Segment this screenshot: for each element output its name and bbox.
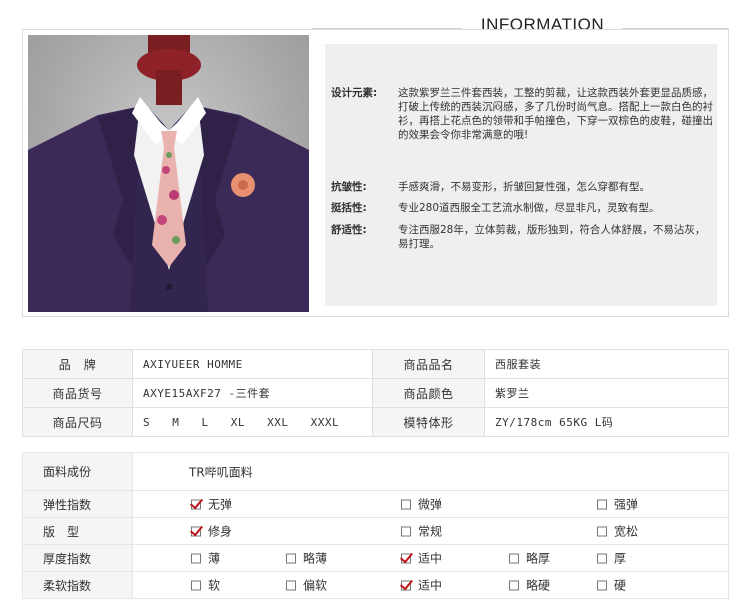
option-soft[interactable]: 软 bbox=[191, 577, 220, 594]
size-option: XL bbox=[230, 415, 245, 429]
description-box: 设计元素: 这款紫罗兰三件套西装，工整的剪裁，让这款西装外套更显品质感，打破上传… bbox=[325, 44, 717, 306]
sku-value: AXYE15AXF27 -三件套 bbox=[132, 378, 373, 408]
fit-label: 版 型 bbox=[22, 517, 133, 545]
checkbox[interactable] bbox=[191, 553, 201, 563]
color-value: 紫罗兰 bbox=[484, 378, 729, 408]
info-panel: 设计元素: 这款紫罗兰三件套西装，工整的剪裁，让这款西装外套更显品质感，打破上传… bbox=[22, 29, 729, 317]
option-slightly-thick[interactable]: 略厚 bbox=[509, 550, 550, 567]
size-option: XXXL bbox=[310, 415, 340, 429]
desc-crisp-text: 专业280道西服全工艺流水制做，尽显非凡，灵致有型。 bbox=[398, 202, 660, 214]
option-regular[interactable]: 常规 bbox=[401, 523, 442, 540]
desc-wrinkle-text: 手感爽滑，不易变形，折皱回复性强，怎么穿都有型。 bbox=[398, 181, 650, 193]
color-label: 商品颜色 bbox=[372, 378, 485, 408]
option-slightly-soft[interactable]: 偏软 bbox=[286, 577, 327, 594]
checkbox[interactable] bbox=[597, 580, 607, 590]
spec-row: 商品货号 AXYE15AXF27 -三件套 商品颜色 紫罗兰 bbox=[22, 378, 729, 408]
desc-comfort-label: 舒适性: bbox=[331, 224, 367, 236]
fit-options: 修身 常规 宽松 bbox=[132, 517, 729, 545]
sku-label: 商品货号 bbox=[22, 378, 133, 408]
spec-row: 商品尺码 S M L XL XXL XXXL 模特体形 ZY/178cm 65K… bbox=[22, 407, 729, 437]
checkbox[interactable] bbox=[191, 526, 201, 536]
checkbox[interactable] bbox=[401, 526, 411, 536]
checkbox[interactable] bbox=[597, 526, 607, 536]
option-slim[interactable]: 修身 bbox=[191, 523, 232, 540]
spec-table: 品 牌 AXIYUEER HOMME 商品品名 西服套装 商品货号 AXYE15… bbox=[22, 349, 729, 437]
product-name-label: 商品品名 bbox=[372, 349, 485, 379]
brand-value: AXIYUEER HOMME bbox=[132, 349, 373, 379]
option-no-stretch[interactable]: 无弹 bbox=[191, 496, 232, 513]
brand-label: 品 牌 bbox=[22, 349, 133, 379]
desc-design-label: 设计元素: bbox=[331, 87, 378, 99]
size-option: M bbox=[172, 415, 180, 429]
model-label: 模特体形 bbox=[372, 407, 485, 437]
checkbox[interactable] bbox=[286, 553, 296, 563]
checkbox[interactable] bbox=[597, 553, 607, 563]
size-label: 商品尺码 bbox=[22, 407, 133, 437]
fabric-value: TR哔叽面料 bbox=[189, 465, 253, 479]
option-hard[interactable]: 硬 bbox=[597, 577, 626, 594]
suit-illustration bbox=[28, 35, 309, 312]
size-list: S M L XL XXL XXXL bbox=[132, 407, 373, 437]
option-medium-thickness[interactable]: 适中 bbox=[401, 550, 442, 567]
checkbox[interactable] bbox=[509, 553, 519, 563]
fabric-row: 柔软指数 软 偏软 适中 略硬 硬 bbox=[22, 571, 729, 599]
product-photo bbox=[28, 35, 309, 312]
fabric-row: 面料成份 TR哔叽面料 bbox=[22, 452, 729, 491]
option-slightly-hard[interactable]: 略硬 bbox=[509, 577, 550, 594]
fabric-table: 面料成份 TR哔叽面料 弹性指数 无弹 微弹 强弹 版 型 修身 常规 宽松 厚… bbox=[22, 452, 729, 599]
spec-row: 品 牌 AXIYUEER HOMME 商品品名 西服套装 bbox=[22, 349, 729, 379]
checkbox[interactable] bbox=[509, 580, 519, 590]
product-name-value: 西服套装 bbox=[484, 349, 729, 379]
checkbox[interactable] bbox=[191, 499, 201, 509]
softness-label: 柔软指数 bbox=[22, 571, 133, 599]
desc-crisp-label: 挺括性: bbox=[331, 202, 367, 214]
desc-design-text: 这款紫罗兰三件套西装，工整的剪裁，让这款西装外套更显品质感，打破上传统的西装沉闷… bbox=[398, 87, 713, 141]
model-value: ZY/178cm 65KG L码 bbox=[484, 407, 729, 437]
thickness-options: 薄 略薄 适中 略厚 厚 bbox=[132, 544, 729, 572]
fabric-row: 版 型 修身 常规 宽松 bbox=[22, 517, 729, 545]
option-loose[interactable]: 宽松 bbox=[597, 523, 638, 540]
checkbox[interactable] bbox=[401, 580, 411, 590]
size-option: L bbox=[201, 415, 209, 429]
softness-options: 软 偏软 适中 略硬 硬 bbox=[132, 571, 729, 599]
checkbox[interactable] bbox=[401, 553, 411, 563]
desc-comfort-text: 专注西服28年，立体剪裁，版形独到，符合人体舒展，不易沾灰，易打理。 bbox=[398, 224, 706, 250]
checkbox[interactable] bbox=[286, 580, 296, 590]
elasticity-label: 弹性指数 bbox=[22, 490, 133, 518]
elasticity-options: 无弹 微弹 强弹 bbox=[132, 490, 729, 518]
size-option: S bbox=[143, 415, 151, 429]
option-thick[interactable]: 厚 bbox=[597, 550, 626, 567]
option-medium-softness[interactable]: 适中 bbox=[401, 577, 442, 594]
option-strong-stretch[interactable]: 强弹 bbox=[597, 496, 638, 513]
size-option: XXL bbox=[267, 415, 289, 429]
option-slightly-thin[interactable]: 略薄 bbox=[286, 550, 327, 567]
fabric-row: 厚度指数 薄 略薄 适中 略厚 厚 bbox=[22, 544, 729, 572]
fabric-cell: TR哔叽面料 bbox=[132, 452, 729, 491]
option-slight-stretch[interactable]: 微弹 bbox=[401, 496, 442, 513]
fabric-label: 面料成份 bbox=[22, 452, 133, 491]
desc-wrinkle-label: 抗皱性: bbox=[331, 181, 367, 193]
checkbox[interactable] bbox=[191, 580, 201, 590]
option-thin[interactable]: 薄 bbox=[191, 550, 220, 567]
fabric-row: 弹性指数 无弹 微弹 强弹 bbox=[22, 490, 729, 518]
thickness-label: 厚度指数 bbox=[22, 544, 133, 572]
checkbox[interactable] bbox=[401, 499, 411, 509]
checkbox[interactable] bbox=[597, 499, 607, 509]
